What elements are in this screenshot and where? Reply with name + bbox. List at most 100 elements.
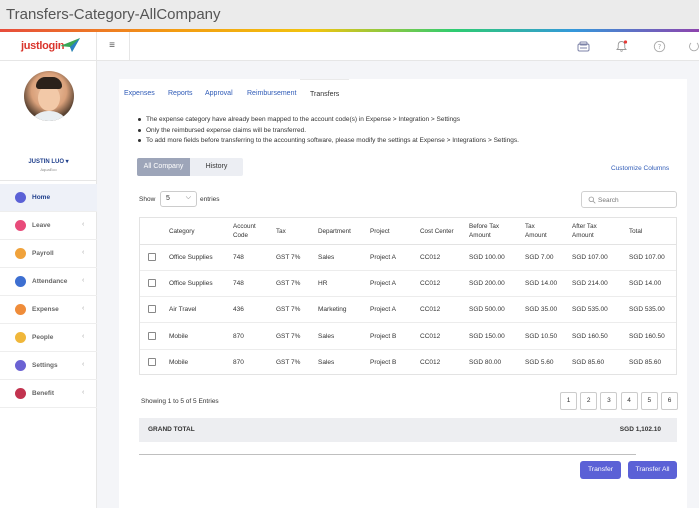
column-header[interactable]: Tax <box>276 227 286 236</box>
row-checkbox[interactable] <box>148 305 156 314</box>
row-checkbox[interactable] <box>148 357 156 366</box>
page-button[interactable]: 2 <box>580 392 598 410</box>
showing-info: Showing 1 to 5 of 5 Entries <box>141 398 219 405</box>
logo-text: justlogin <box>21 40 65 52</box>
chevron-left-icon: ‹ <box>82 305 85 312</box>
table-row: Mobile 870 GST 7% Sales Project B CC012 SGD 80… <box>140 350 676 376</box>
sidebar-item-attendance[interactable]: Attendance ‹ <box>0 268 97 296</box>
user-name[interactable]: JUSTIN LUO ▾ <box>0 158 97 165</box>
table-cell: Sales <box>318 332 335 340</box>
page-button[interactable]: 6 <box>661 392 678 410</box>
note-item: The expense category have already been m… <box>138 115 519 126</box>
transfer-all-button[interactable]: Transfer All <box>628 461 677 479</box>
table-cell: SGD 5.60 <box>525 358 554 366</box>
table-cell: CC012 <box>420 332 441 340</box>
page-button[interactable]: 3 <box>600 392 618 410</box>
table-cell: SGD 85.60 <box>572 358 605 366</box>
history-button[interactable]: History <box>190 158 243 176</box>
search-input[interactable] <box>598 194 674 206</box>
column-header[interactable]: Before Tax Amount <box>469 222 499 240</box>
bell-icon[interactable] <box>615 40 628 53</box>
table-cell: GST 7% <box>276 358 301 366</box>
sidebar-item-label: Benefit <box>32 390 55 397</box>
sidebar-item-benefit[interactable]: Benefit ‹ <box>0 380 97 408</box>
page-button[interactable]: 5 <box>640 392 658 410</box>
brand-logo[interactable]: justlogin <box>0 32 97 61</box>
svg-text:?: ? <box>658 43 662 51</box>
search-box[interactable] <box>581 191 677 208</box>
sidebar-item-expense[interactable]: Expense ‹ <box>0 296 97 324</box>
tab-reimbursement[interactable]: Reimbursement <box>247 79 296 107</box>
table-row: Office Supplies 748 GST 7% HR Project A CC012… <box>140 271 676 298</box>
column-header[interactable]: Category <box>169 227 195 236</box>
row-checkbox[interactable] <box>148 253 156 261</box>
tab-transfers[interactable]: Transfers <box>300 79 350 107</box>
table-cell: CC012 <box>420 306 441 314</box>
table-cell: SGD 214.00 <box>572 280 608 288</box>
page-button[interactable]: 4 <box>620 392 638 410</box>
table-cell: Mobile <box>169 358 189 366</box>
grand-total-bar: GRAND TOTAL SGD 1,102.10 <box>139 418 677 442</box>
all-company-button[interactable]: All Company <box>137 158 190 176</box>
window-titlebar: Transfers-Category-AllCompany <box>0 0 699 30</box>
tab-expenses[interactable]: Expenses <box>124 79 155 107</box>
sidebar-item-label: Payroll <box>32 250 54 257</box>
note-item: Only the reimbursed expense claims will … <box>138 126 519 137</box>
entries-select[interactable]: 5 ⌵ <box>160 191 197 207</box>
table-cell: 436 <box>233 306 244 314</box>
table-cell: SGD 150.00 <box>469 332 505 340</box>
column-header[interactable]: After Tax Amount <box>572 222 597 240</box>
column-header[interactable]: Project <box>370 227 390 236</box>
sidebar: justlogin JUSTIN LUO ▾ AquaEco Home Leave… <box>0 32 97 508</box>
sidebar-item-settings[interactable]: Settings ‹ <box>0 352 97 380</box>
divider <box>139 454 636 455</box>
column-header[interactable]: Total <box>629 227 642 236</box>
power-icon[interactable] <box>687 40 699 53</box>
user-profile: JUSTIN LUO ▾ AquaEco <box>0 61 97 181</box>
inbox-icon[interactable] <box>577 40 590 53</box>
table-cell: Office Supplies <box>169 254 213 261</box>
table-cell: GST 7% <box>276 332 301 340</box>
sidebar-item-leave[interactable]: Leave ‹ <box>0 212 97 240</box>
note-item: To add more fields before transferring t… <box>138 136 519 147</box>
sidebar-nav: Home Leave ‹ Payroll ‹ Attendance ‹ Expense ‹ Peo… <box>0 184 97 408</box>
grand-total-label: GRAND TOTAL <box>148 426 195 433</box>
sidebar-item-label: People <box>32 334 54 341</box>
paper-plane-icon <box>60 38 80 52</box>
table-cell: Project A <box>370 254 397 261</box>
chevron-left-icon: ‹ <box>82 277 85 284</box>
page-button[interactable]: 1 <box>560 392 577 410</box>
chevron-left-icon: ‹ <box>82 221 85 228</box>
row-checkbox[interactable] <box>148 279 156 288</box>
table-cell: Marketing <box>318 306 347 314</box>
show-label: Show <box>139 196 156 203</box>
table-cell: GST 7% <box>276 254 301 261</box>
settings-icon <box>15 360 26 371</box>
chevron-left-icon: ‹ <box>82 249 85 256</box>
tab-reports[interactable]: Reports <box>168 79 193 107</box>
column-header[interactable]: Department <box>318 227 351 236</box>
customize-columns-link[interactable]: Customize Columns <box>611 165 669 172</box>
table-cell: Project B <box>370 332 397 340</box>
sidebar-item-people[interactable]: People ‹ <box>0 324 97 352</box>
table-cell: 748 <box>233 254 244 261</box>
table-cell: 870 <box>233 332 244 340</box>
chevron-left-icon: ‹ <box>82 389 85 396</box>
transfer-button[interactable]: Transfer <box>580 461 621 479</box>
row-checkbox[interactable] <box>148 331 156 340</box>
sidebar-item-home[interactable]: Home <box>0 184 97 212</box>
table-cell: SGD 80.00 <box>469 358 502 366</box>
table-cell: CC012 <box>420 280 441 288</box>
chevron-left-icon: ‹ <box>82 361 85 368</box>
table-cell: HR <box>318 280 328 288</box>
help-icon[interactable]: ? <box>653 40 666 53</box>
column-header[interactable]: Tax Amount <box>525 222 547 240</box>
tab-approval[interactable]: Approval <box>205 79 233 107</box>
column-header[interactable]: Cost Center <box>420 227 454 236</box>
table-cell: SGD 100.00 <box>469 254 505 261</box>
hamburger-menu-icon[interactable]: ≡ <box>105 39 119 53</box>
sidebar-item-payroll[interactable]: Payroll ‹ <box>0 240 97 268</box>
avatar[interactable] <box>24 71 74 121</box>
table-cell: SGD 200.00 <box>469 280 505 288</box>
column-header[interactable]: Account Code <box>233 222 256 240</box>
